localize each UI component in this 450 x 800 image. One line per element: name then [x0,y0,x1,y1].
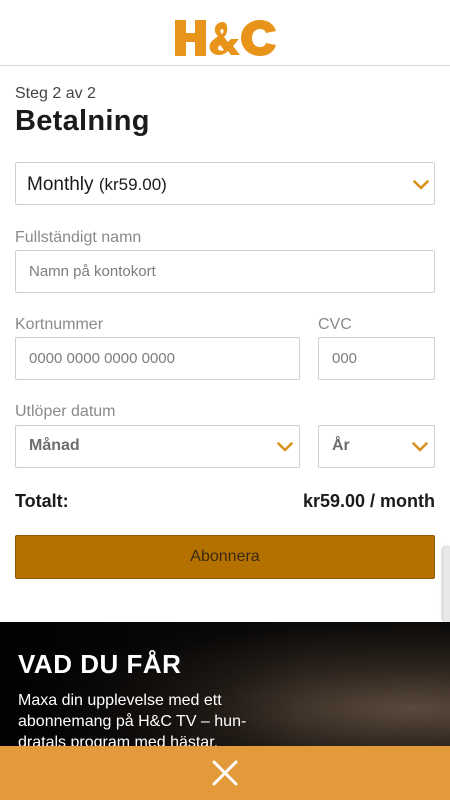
chevron-down-icon [277,442,293,452]
card-number-placeholder: 0000 0000 0000 0000 [29,350,175,367]
card-number-input[interactable]: 0000 0000 0000 0000 [15,337,300,380]
expiry-month-select[interactable]: Månad [15,425,300,468]
expiry-label: Utlöper datum [15,403,116,420]
cvc-input[interactable]: 000 [318,337,435,380]
full-name-input[interactable]: Namn på kontokort [15,250,435,293]
total-value: kr59.00 / month [302,491,435,511]
expiry-year-select[interactable]: År [318,425,435,468]
cvc-placeholder: 000 [332,350,358,367]
card-number-label: Kortnummer [15,316,104,333]
plan-name: Monthly [27,174,94,195]
app-header [0,0,450,66]
chevron-down-icon [412,442,428,452]
plan-select[interactable]: Monthly (kr59.00) [15,162,435,205]
scrollbar-handle[interactable] [443,546,450,622]
plan-price: (kr59.00) [98,175,167,194]
subscribe-button-label: Abonnera [190,548,260,565]
expiry-year-value: År [332,437,350,454]
promo-title: VAD DU FÅR [18,649,182,679]
subscribe-button[interactable]: Abonnera [15,535,435,579]
chevron-down-icon [413,180,429,190]
page-title: Betalning [15,105,150,137]
promo-banner: VAD DU FÅR Maxa din upplevelse med ett a… [0,622,450,746]
hc-logo[interactable] [175,17,277,59]
full-name-label: Fullständigt namn [15,229,142,246]
close-bar[interactable] [0,746,450,800]
promo-text: Maxa din upplevelse med ett abonnemang p… [18,690,288,746]
plan-selected-value: Monthly (kr59.00) [27,174,167,196]
cvc-label: CVC [318,316,352,333]
total-label: Totalt: [15,491,69,511]
step-indicator: Steg 2 av 2 [15,85,96,102]
full-name-placeholder: Namn på kontokort [29,263,156,280]
promo-text-line: dratals program med hästar, [18,734,219,746]
close-icon[interactable] [210,758,240,788]
promo-text-line: abonnemang på H&C TV – hun- [18,713,247,730]
expiry-month-value: Månad [29,437,80,454]
promo-text-line: Maxa din upplevelse med ett [18,692,222,709]
